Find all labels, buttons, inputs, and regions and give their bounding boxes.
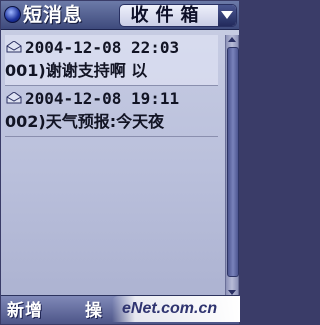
message-app-icon xyxy=(4,6,21,23)
scroll-up-arrow-icon[interactable] xyxy=(226,35,238,44)
new-message-softkey[interactable]: 新增 xyxy=(7,300,43,322)
message-list: 2004-12-08 22:03 001)谢谢支持啊 以 2004-12-08 … xyxy=(5,35,218,137)
phone-screen: 短消息 收件箱 2004-12-08 22:03 001)谢谢支持啊 以 200… xyxy=(1,1,239,324)
title-bar: 短消息 收件箱 xyxy=(1,1,239,30)
message-datetime: 2004-12-08 19:11 xyxy=(25,89,180,108)
folder-selector[interactable]: 收件箱 xyxy=(119,4,237,27)
envelope-open-icon xyxy=(6,92,22,104)
chevron-down-icon xyxy=(221,11,233,19)
app-title: 短消息 xyxy=(23,4,84,26)
message-preview: 002)天气预报:今天夜 xyxy=(5,112,165,131)
message-datetime: 2004-12-08 22:03 xyxy=(25,38,180,57)
envelope-open-icon xyxy=(6,41,22,53)
site-watermark: eNet.com.cn xyxy=(112,296,240,322)
vertical-scrollbar[interactable] xyxy=(225,35,239,297)
message-item[interactable]: 2004-12-08 19:11 002)天气预报:今天夜 xyxy=(5,86,218,137)
watermark-text: eNet.com.cn xyxy=(122,300,218,317)
scrollbar-thumb[interactable] xyxy=(227,47,239,277)
folder-dropdown-button[interactable] xyxy=(218,5,236,26)
message-preview: 001)谢谢支持啊 以 xyxy=(5,61,148,80)
message-item[interactable]: 2004-12-08 22:03 001)谢谢支持啊 以 xyxy=(5,35,218,86)
folder-label: 收件箱 xyxy=(130,5,206,26)
